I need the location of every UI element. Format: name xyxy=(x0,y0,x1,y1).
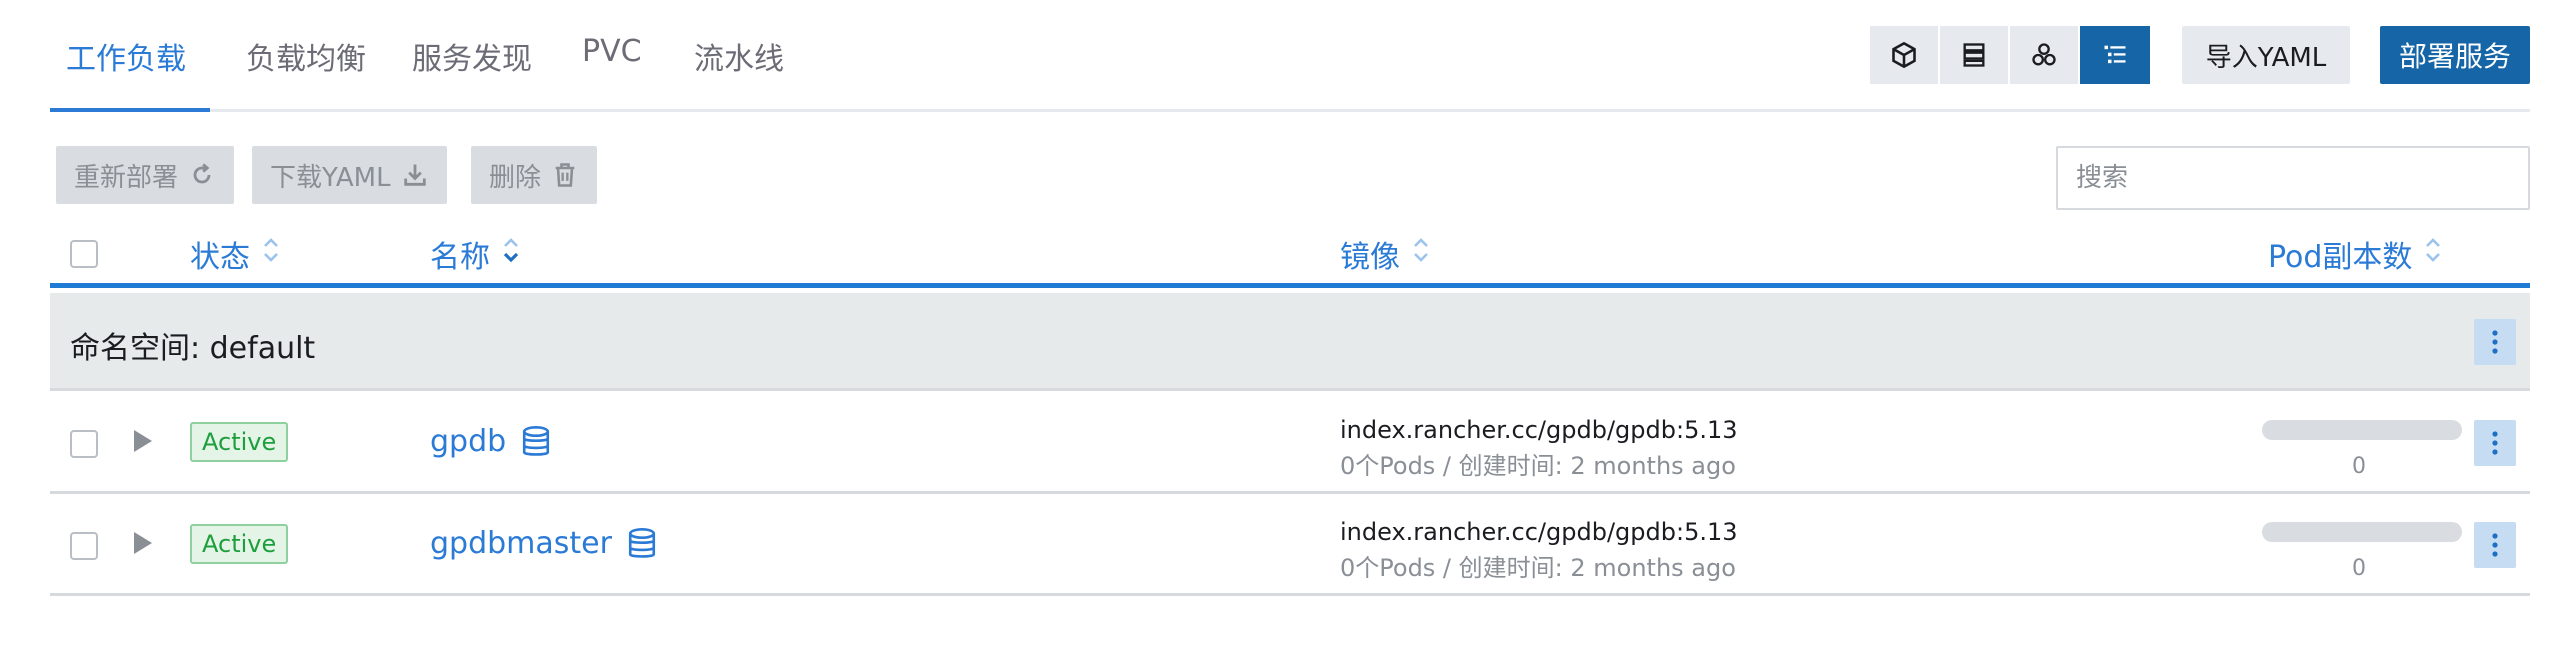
table-header: 状态 名称 镜像 Pod副本数 xyxy=(50,222,2530,288)
redeploy-button[interactable]: 重新部署 xyxy=(56,146,235,204)
tab-service-discovery[interactable]: 服务发现 xyxy=(412,34,532,78)
cluster-nodes-icon xyxy=(2032,43,2056,66)
tab-load-balancing[interactable]: 负载均衡 xyxy=(246,34,366,78)
tab-workloads[interactable]: 工作负载 xyxy=(66,34,186,78)
delete-label: 删除 xyxy=(489,162,542,193)
column-name-label: 名称 xyxy=(430,240,490,275)
more-vertical-icon xyxy=(2492,533,2498,557)
workload-tabs: 工作负载 负载均衡 服务发现 PVC 流水线 xyxy=(50,0,2530,112)
table-row: Active gpdbmaster index.rancher.cc/gpdb/… xyxy=(50,496,2530,596)
namespace-label: 命名空间: default xyxy=(70,331,316,366)
sort-icon xyxy=(1410,233,1432,275)
delete-button[interactable]: 删除 xyxy=(471,146,598,204)
redeploy-label: 重新部署 xyxy=(74,162,179,193)
download-yaml-label: 下载YAML xyxy=(270,162,391,193)
view-toggle-group xyxy=(1870,26,2150,84)
row-checkbox[interactable] xyxy=(70,430,98,458)
table-row: Active gpdb index.rancher.cc/gpdb/gpdb:5… xyxy=(50,394,2530,494)
tab-pipelines[interactable]: 流水线 xyxy=(694,34,784,78)
row-actions-button[interactable] xyxy=(2474,522,2516,568)
workload-name: gpdbmaster xyxy=(430,526,612,561)
pod-count: 0 xyxy=(2352,556,2366,581)
more-vertical-icon xyxy=(2492,330,2498,354)
view-cluster-button[interactable] xyxy=(2010,26,2080,84)
server-stack-icon xyxy=(1963,43,1985,67)
download-yaml-button[interactable]: 下载YAML xyxy=(252,146,447,204)
row-actions-button[interactable] xyxy=(2474,420,2516,466)
view-server-button[interactable] xyxy=(1940,26,2010,84)
database-icon xyxy=(523,425,550,456)
list-tree-icon xyxy=(2104,45,2126,64)
column-name[interactable]: 名称 xyxy=(430,232,522,276)
workload-image: index.rancher.cc/gpdb/gpdb:5.13 xyxy=(1340,416,1738,444)
sort-icon xyxy=(260,233,282,275)
pod-count: 0 xyxy=(2352,454,2366,479)
view-list-button[interactable] xyxy=(2080,26,2150,84)
workload-name: gpdb xyxy=(430,424,507,459)
workload-meta: 0个Pods / 创建时间: 2 months ago xyxy=(1340,554,1736,582)
workload-image: index.rancher.cc/gpdb/gpdb:5.13 xyxy=(1340,518,1738,546)
column-image-label: 镜像 xyxy=(1340,240,1400,275)
expand-row-icon[interactable] xyxy=(130,428,154,454)
column-pods-label: Pod副本数 xyxy=(2268,240,2413,275)
sort-icon xyxy=(2422,233,2444,275)
workload-meta: 0个Pods / 创建时间: 2 months ago xyxy=(1340,452,1736,480)
active-tab-indicator xyxy=(50,108,210,112)
sort-desc-icon xyxy=(500,233,522,275)
more-vertical-icon xyxy=(2492,431,2498,455)
redo-icon xyxy=(193,163,211,184)
workload-name-link[interactable]: gpdbmaster xyxy=(430,526,658,561)
pod-progress-bar xyxy=(2262,522,2462,542)
pod-progress-bar xyxy=(2262,420,2462,440)
namespace-group-row: 命名空间: default xyxy=(50,293,2530,391)
cube-icon xyxy=(1892,41,1916,69)
download-icon xyxy=(403,164,426,186)
column-pods[interactable]: Pod副本数 xyxy=(2268,232,2444,276)
view-cube-button[interactable] xyxy=(1870,26,1940,84)
import-yaml-button[interactable]: 导入YAML xyxy=(2182,26,2350,84)
database-icon xyxy=(628,527,656,558)
tab-pvc[interactable]: PVC xyxy=(582,34,642,69)
column-state[interactable]: 状态 xyxy=(190,232,282,276)
select-all-checkbox[interactable] xyxy=(70,240,98,268)
deploy-service-button[interactable]: 部署服务 xyxy=(2380,26,2530,84)
workload-name-link[interactable]: gpdb xyxy=(430,424,552,459)
status-badge: Active xyxy=(190,524,289,564)
search-input[interactable] xyxy=(2056,146,2530,210)
group-actions-button[interactable] xyxy=(2474,319,2516,365)
column-state-label: 状态 xyxy=(190,240,250,275)
row-checkbox[interactable] xyxy=(70,532,98,560)
trash-icon xyxy=(555,163,575,187)
status-badge: Active xyxy=(190,422,289,462)
expand-row-icon[interactable] xyxy=(130,530,154,556)
column-image[interactable]: 镜像 xyxy=(1340,232,1432,276)
